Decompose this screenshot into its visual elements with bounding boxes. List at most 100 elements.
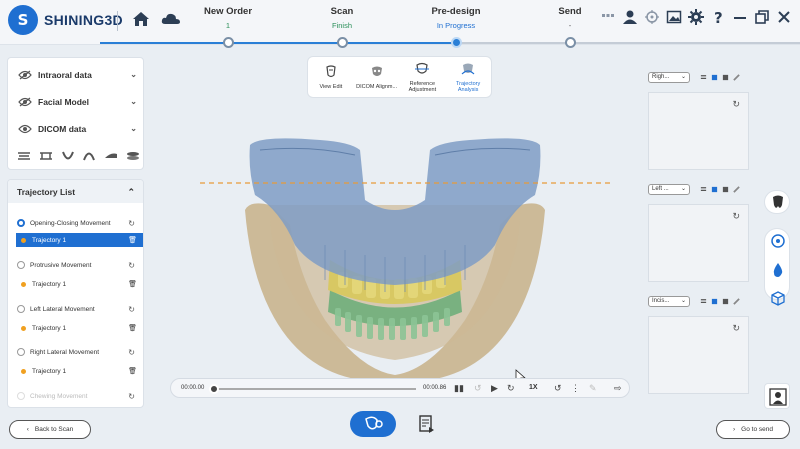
chevron-down-icon[interactable]: ⌄	[130, 70, 137, 79]
gear-icon[interactable]	[688, 9, 704, 25]
model-toggle-icon[interactable]	[722, 298, 729, 305]
radio-unselected[interactable]	[17, 305, 25, 313]
trash-icon[interactable]: 🗑	[128, 367, 137, 375]
upper-jaw-toggle-icon[interactable]	[700, 186, 707, 193]
eye-icon[interactable]	[18, 70, 32, 80]
target-icon[interactable]	[644, 9, 660, 25]
side-view-icon[interactable]	[103, 150, 119, 162]
chevron-down-icon[interactable]: ⌄	[130, 124, 137, 133]
movement-opening-closing[interactable]: Opening-Closing Movement ↻	[8, 214, 143, 232]
movement-right-lateral[interactable]: Right Lateral Movement ↻	[8, 346, 143, 358]
trash-icon[interactable]: 🗑	[128, 236, 137, 244]
3d-viewport[interactable]	[150, 50, 640, 405]
step-scan[interactable]: Scan Finish	[292, 6, 392, 30]
portrait-icon[interactable]	[765, 384, 791, 410]
radio-unselected[interactable]	[17, 348, 25, 356]
refresh-icon[interactable]: ↻	[128, 219, 135, 228]
minimize-icon[interactable]	[732, 9, 748, 25]
reference-adjustment-button[interactable]: Reference Adjustment	[400, 62, 444, 93]
cube-icon[interactable]	[765, 287, 791, 311]
chevron-up-icon[interactable]: ⌃	[127, 187, 135, 198]
ruler-icon[interactable]	[733, 73, 740, 81]
back-to-scan-button[interactable]: ‹ Back to Scan	[9, 420, 91, 439]
movement-chewing[interactable]: Chewing Movement ↻	[8, 390, 143, 402]
step-new-order[interactable]: New Order 1	[178, 6, 278, 30]
reset-icon[interactable]: ↺	[554, 383, 562, 394]
right-side-view[interactable]: ↻	[648, 92, 749, 170]
tooth-marker-icon[interactable]: ⋮	[571, 383, 580, 394]
trajectory-item[interactable]: Trajectory 1 🗑	[16, 277, 143, 291]
ruler-icon[interactable]	[733, 185, 740, 193]
tooth-toggle-icon[interactable]	[711, 186, 718, 193]
eye-icon[interactable]	[18, 124, 32, 134]
frame-step-icon[interactable]: ▮▮	[454, 383, 464, 394]
refresh-icon[interactable]: ↻	[128, 261, 135, 270]
trajectory-item[interactable]: Trajectory 1 🗑	[16, 321, 143, 335]
upper-jaw-icon[interactable]	[16, 150, 32, 162]
step-pre-design[interactable]: Pre-design In Progress	[406, 6, 506, 30]
refresh-icon[interactable]: ↻	[732, 211, 740, 222]
upper-jaw-toggle-icon[interactable]	[700, 74, 707, 81]
close-icon[interactable]	[776, 9, 792, 25]
tooth-icon[interactable]	[765, 191, 791, 215]
chevron-down-icon[interactable]: ⌄	[130, 97, 137, 106]
movement-left-lateral[interactable]: Left Lateral Movement ↻	[8, 303, 143, 315]
exit-icon[interactable]: ⇨	[614, 383, 622, 394]
tooth-toggle-icon[interactable]	[711, 298, 718, 305]
view-select[interactable]: Incis... ⌄	[648, 295, 690, 307]
go-to-send-button[interactable]: › Go to send	[716, 420, 790, 439]
incisal-view[interactable]: ↻	[648, 316, 749, 394]
stack-icon[interactable]	[125, 150, 141, 162]
ruler-icon[interactable]	[733, 297, 740, 305]
trash-icon[interactable]: 🗑	[128, 324, 137, 332]
upper-jaw-toggle-icon[interactable]	[700, 298, 707, 305]
lower-arch-icon[interactable]	[60, 150, 76, 162]
left-side-view[interactable]: ↻	[648, 204, 749, 282]
view-select[interactable]: Left ... ⌄	[648, 183, 690, 195]
trajectory-header[interactable]: Trajectory List ⌃	[8, 180, 143, 203]
playback-knob[interactable]	[209, 384, 219, 394]
view-edit-button[interactable]: View Edit	[309, 64, 353, 90]
radio-unselected[interactable]	[17, 392, 25, 400]
playback-track[interactable]	[211, 388, 416, 390]
model-toggle-icon[interactable]	[722, 186, 729, 193]
data-item-facial[interactable]: Facial Model ⌄	[8, 88, 145, 115]
axis-icon[interactable]	[765, 229, 791, 253]
image-icon[interactable]	[666, 9, 682, 25]
play-icon[interactable]: ▶	[491, 383, 498, 394]
bite-icon[interactable]	[38, 150, 54, 162]
trash-icon[interactable]: 🗑	[128, 280, 137, 288]
user-icon[interactable]	[622, 9, 638, 25]
rewind-icon[interactable]: ↺	[474, 383, 482, 394]
eye-icon[interactable]	[18, 97, 32, 107]
data-item-intraoral[interactable]: Intraoral data ⌄	[8, 61, 145, 88]
help-icon[interactable]: ?	[710, 9, 726, 25]
droplet-icon[interactable]	[765, 258, 791, 282]
home-icon[interactable]	[131, 9, 151, 29]
grid-icon[interactable]	[600, 9, 616, 25]
refresh-icon[interactable]: ↻	[732, 99, 740, 110]
refresh-icon[interactable]: ↻	[128, 348, 135, 357]
forward-icon[interactable]: ↻	[507, 383, 515, 394]
report-mode-button[interactable]	[412, 411, 440, 437]
trajectory-item[interactable]: Trajectory 1 🗑	[16, 364, 143, 378]
movement-protrusive[interactable]: Protrusive Movement ↻	[8, 259, 143, 271]
radio-selected[interactable]	[17, 219, 25, 227]
speed-selector[interactable]: 1X	[529, 384, 538, 391]
trajectory-analysis-button[interactable]: Trajectory Analysis	[446, 62, 490, 93]
radio-unselected[interactable]	[17, 261, 25, 269]
tooth-toggle-icon[interactable]	[711, 74, 718, 81]
upper-arch-icon[interactable]	[81, 150, 97, 162]
refresh-icon[interactable]: ↻	[732, 323, 740, 334]
view-select[interactable]: Righ... ⌄	[648, 71, 690, 83]
trajectory-mode-button[interactable]	[350, 411, 396, 437]
data-item-dicom[interactable]: DICOM data ⌄	[8, 115, 145, 142]
pen-icon[interactable]: ✎	[589, 383, 597, 394]
dicom-align-button[interactable]: DICOM Alignm...	[355, 65, 399, 90]
jaw-model[interactable]	[150, 50, 640, 405]
refresh-icon[interactable]: ↻	[128, 305, 135, 314]
refresh-icon[interactable]: ↻	[128, 392, 135, 401]
trajectory-item[interactable]: Trajectory 1 🗑	[16, 233, 143, 247]
model-toggle-icon[interactable]	[722, 74, 729, 81]
restore-icon[interactable]	[754, 9, 770, 25]
